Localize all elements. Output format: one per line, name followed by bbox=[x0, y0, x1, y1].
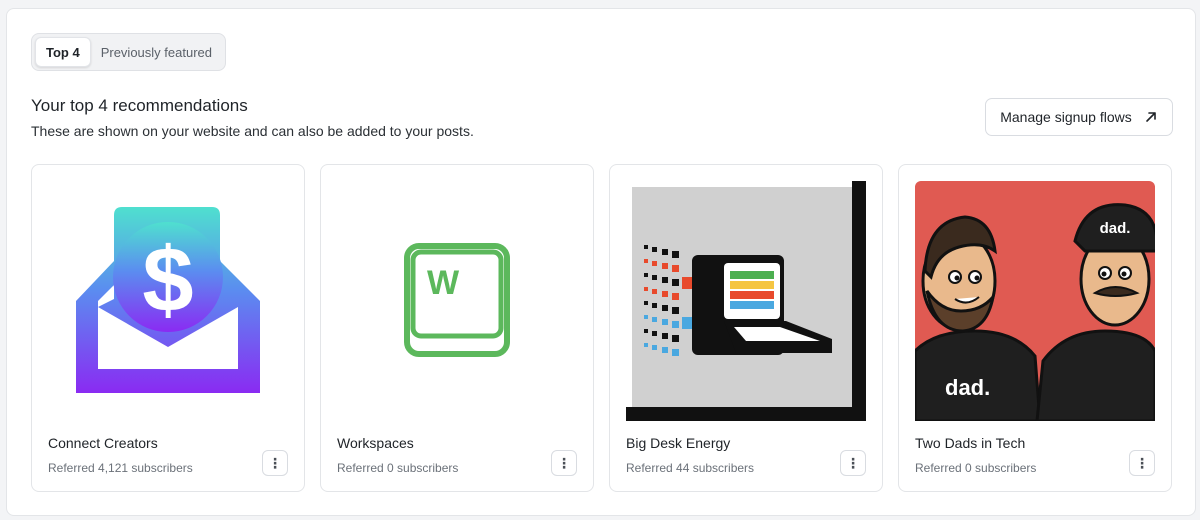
card-more-button[interactable]: ⋮ bbox=[551, 450, 577, 476]
connect-creators-logo: $ bbox=[48, 181, 288, 421]
manage-signup-flows-button[interactable]: Manage signup flows bbox=[985, 98, 1173, 136]
card-title: Big Desk Energy bbox=[626, 435, 731, 451]
card-referred-count: Referred 44 subscribers bbox=[626, 461, 755, 475]
recommendation-card-workspaces[interactable]: W Workspaces Referred 0 subscribers ⋮ bbox=[320, 164, 594, 492]
card-referred-count: Referred 0 subscribers bbox=[915, 461, 1037, 475]
card-title: Connect Creators bbox=[48, 435, 158, 451]
card-more-button[interactable]: ⋮ bbox=[1129, 450, 1155, 476]
more-vertical-icon: ⋮ bbox=[846, 455, 860, 471]
card-title: Workspaces bbox=[337, 435, 414, 451]
two-dads-in-tech-logo: dad. dad. bbox=[915, 181, 1155, 421]
tab-previously-featured[interactable]: Previously featured bbox=[91, 37, 222, 67]
page-title: Your top 4 recommendations bbox=[31, 96, 248, 115]
recommendation-card-big-desk-energy[interactable]: Big Desk Energy Referred 44 subscribers … bbox=[609, 164, 883, 492]
more-vertical-icon: ⋮ bbox=[268, 455, 282, 471]
more-vertical-icon: ⋮ bbox=[557, 455, 571, 471]
card-more-button[interactable]: ⋮ bbox=[262, 450, 288, 476]
big-desk-energy-logo bbox=[626, 181, 866, 421]
page-description: These are shown on your website and can … bbox=[31, 123, 474, 139]
workspaces-logo: W bbox=[337, 181, 577, 421]
hat-logo-text: dad. bbox=[1100, 220, 1131, 237]
arrow-up-right-icon bbox=[1145, 112, 1156, 122]
shirt-logo-text: dad. bbox=[945, 375, 990, 400]
recommendations-panel: Top 4 Previously featured Your top 4 rec… bbox=[6, 8, 1196, 516]
recommendation-card-connect-creators[interactable]: $ Connect Creators Referred 4,121 subscr… bbox=[31, 164, 305, 492]
manage-signup-flows-label: Manage signup flows bbox=[1000, 109, 1132, 125]
card-referred-count: Referred 0 subscribers bbox=[337, 461, 459, 475]
svg-text:W: W bbox=[427, 264, 460, 302]
svg-text:$: $ bbox=[142, 229, 193, 331]
card-more-button[interactable]: ⋮ bbox=[840, 450, 866, 476]
card-referred-count: Referred 4,121 subscribers bbox=[48, 461, 193, 475]
more-vertical-icon: ⋮ bbox=[1135, 455, 1149, 471]
card-title: Two Dads in Tech bbox=[915, 435, 1026, 451]
tab-top-4[interactable]: Top 4 bbox=[35, 37, 91, 67]
tab-bar: Top 4 Previously featured bbox=[31, 33, 226, 71]
recommendation-card-two-dads-in-tech[interactable]: dad. dad. Two Dads in Tech Referred 0 su… bbox=[898, 164, 1172, 492]
